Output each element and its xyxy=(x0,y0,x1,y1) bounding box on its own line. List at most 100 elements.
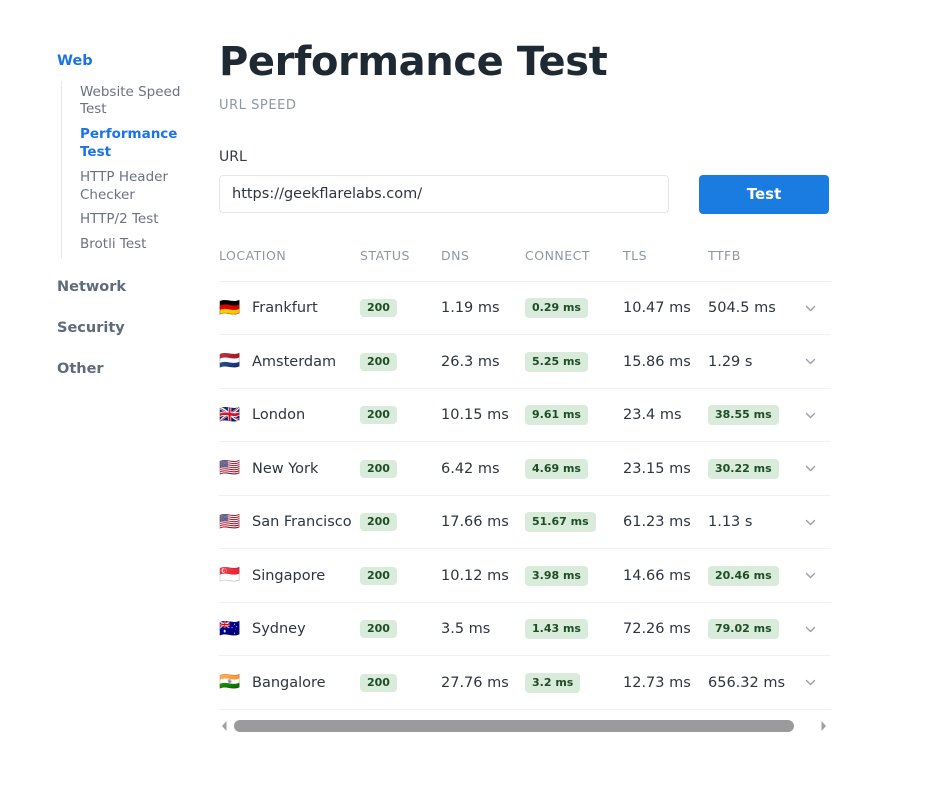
sidebar-item-website-speed-test[interactable]: Website Speed Test xyxy=(80,81,207,124)
table-row[interactable]: 🇬🇧 London 200 10.15 ms 9.61 ms 23.4 ms 38.55 m… xyxy=(219,388,831,443)
scroll-right-arrow-icon[interactable] xyxy=(819,718,829,734)
connect-badge: 9.61 ms xyxy=(525,405,588,426)
cell-connect: 9.61 ms xyxy=(525,388,623,443)
cell-ttfb: 38.55 ms xyxy=(708,388,803,443)
ttfb-value: 656.32 ms xyxy=(708,674,786,691)
cell-connect: 4.69 ms xyxy=(525,441,623,496)
url-form-row: Test xyxy=(219,174,834,214)
results-table-body: 🇩🇪 Frankfurt 200 1.19 ms 0.29 ms 10.47 ms 504.… xyxy=(219,281,831,710)
cell-ttfb: 20.46 ms xyxy=(708,548,803,603)
flag-united-states-icon: 🇺🇸 xyxy=(219,511,241,532)
sidebar-item-http2-test[interactable]: HTTP/2 Test xyxy=(80,208,207,233)
chevron-down-icon[interactable] xyxy=(803,515,818,530)
cell-expand[interactable] xyxy=(803,548,831,603)
page-title: Performance Test xyxy=(219,39,608,85)
chevron-down-icon[interactable] xyxy=(803,622,818,637)
status-badge: 200 xyxy=(360,620,397,639)
test-button[interactable]: Test xyxy=(699,174,829,214)
chevron-down-icon[interactable] xyxy=(803,461,818,476)
results-table-head: LOCATION STATUS DNS CONNECT TLS TTFB xyxy=(219,247,831,282)
cell-status: 200 xyxy=(360,441,441,496)
cell-status: 200 xyxy=(360,548,441,603)
cell-expand[interactable] xyxy=(803,441,831,496)
cell-tls: 12.73 ms xyxy=(623,655,708,710)
cell-location: 🇳🇱 Amsterdam xyxy=(219,334,360,389)
location-label: Frankfurt xyxy=(252,300,318,317)
chevron-down-icon[interactable] xyxy=(803,301,818,316)
sidebar-item-security[interactable]: Security xyxy=(57,319,207,338)
flag-india-icon: 🇮🇳 xyxy=(219,672,241,693)
horizontal-scrollbar[interactable] xyxy=(219,718,829,734)
scrollbar-thumb[interactable] xyxy=(234,719,794,732)
scroll-left-arrow-icon[interactable] xyxy=(219,718,229,734)
table-row[interactable]: 🇺🇸 New York 200 6.42 ms 4.69 ms 23.15 ms 30.22… xyxy=(219,441,831,496)
cell-expand[interactable] xyxy=(803,388,831,443)
ttfb-badge: 30.22 ms xyxy=(708,458,779,479)
chevron-down-icon[interactable] xyxy=(803,408,818,423)
sidebar-item-brotli-test[interactable]: Brotli Test xyxy=(80,233,207,258)
cell-status: 200 xyxy=(360,388,441,443)
table-row[interactable]: 🇸🇬 Singapore 200 10.12 ms 3.98 ms 14.66 ms 20.… xyxy=(219,548,831,603)
cell-ttfb: 1.29 s xyxy=(708,334,803,389)
connect-badge: 3.2 ms xyxy=(525,672,581,693)
cell-ttfb: 79.02 ms xyxy=(708,602,803,657)
cell-status: 200 xyxy=(360,602,441,657)
cell-location: 🇩🇪 Frankfurt xyxy=(219,281,360,336)
sidebar-item-performance-test[interactable]: Performance Test xyxy=(80,123,207,166)
location-label: Bangalore xyxy=(252,674,326,691)
sidebar-item-http-header-checker[interactable]: HTTP Header Checker xyxy=(80,166,207,209)
url-input[interactable] xyxy=(219,174,669,213)
scrollbar-track[interactable] xyxy=(234,719,814,732)
flag-australia-icon: 🇦🇺 xyxy=(219,618,241,639)
cell-dns: 17.66 ms xyxy=(441,495,525,550)
sidebar-group-label-web[interactable]: Web xyxy=(57,52,207,72)
cell-expand[interactable] xyxy=(803,495,831,550)
cell-expand[interactable] xyxy=(803,334,831,389)
cell-dns: 1.19 ms xyxy=(441,281,525,336)
location-label: New York xyxy=(252,460,319,477)
status-badge: 200 xyxy=(360,566,397,585)
cell-dns: 3.5 ms xyxy=(441,602,525,657)
chevron-down-icon[interactable] xyxy=(803,354,818,369)
cell-tls: 14.66 ms xyxy=(623,548,708,603)
cell-expand[interactable] xyxy=(803,655,831,710)
cell-location: 🇦🇺 Sydney xyxy=(219,602,360,657)
chevron-down-icon[interactable] xyxy=(803,568,818,583)
cell-ttfb: 504.5 ms xyxy=(708,281,803,336)
cell-dns: 27.76 ms xyxy=(441,655,525,710)
cell-expand[interactable] xyxy=(803,602,831,657)
cell-ttfb: 1.13 s xyxy=(708,495,803,550)
table-row[interactable]: 🇺🇸 San Francisco 200 17.66 ms 51.67 ms 61.23 … xyxy=(219,495,831,550)
cell-connect: 5.25 ms xyxy=(525,334,623,389)
cell-tls: 23.4 ms xyxy=(623,388,708,443)
location-label: Amsterdam xyxy=(252,353,337,370)
table-row[interactable]: 🇮🇳 Bangalore 200 27.76 ms 3.2 ms 12.73 ms 656.… xyxy=(219,655,831,710)
chevron-down-icon[interactable] xyxy=(803,675,818,690)
cell-location: 🇺🇸 San Francisco xyxy=(219,495,360,550)
cell-tls: 10.47 ms xyxy=(623,281,708,336)
column-header-ttfb: TTFB xyxy=(708,247,803,282)
table-row[interactable]: 🇳🇱 Amsterdam 200 26.3 ms 5.25 ms 15.86 ms 1.29… xyxy=(219,334,831,389)
cell-dns: 6.42 ms xyxy=(441,441,525,496)
flag-united-states-icon: 🇺🇸 xyxy=(219,458,241,479)
ttfb-value: 504.5 ms xyxy=(708,300,776,317)
cell-expand[interactable] xyxy=(803,281,831,336)
cell-connect: 3.2 ms xyxy=(525,655,623,710)
flag-singapore-icon: 🇸🇬 xyxy=(219,565,241,586)
cell-status: 200 xyxy=(360,655,441,710)
cell-tls: 72.26 ms xyxy=(623,602,708,657)
location-label: San Francisco xyxy=(252,514,352,531)
results-table-header-row: LOCATION STATUS DNS CONNECT TLS TTFB xyxy=(219,247,831,282)
ttfb-value: 1.29 s xyxy=(708,353,753,370)
status-badge: 200 xyxy=(360,406,397,425)
sidebar-item-other[interactable]: Other xyxy=(57,360,207,379)
performance-test-page: Web Website Speed Test Performance Test … xyxy=(0,0,942,798)
flag-netherlands-icon: 🇳🇱 xyxy=(219,351,241,372)
ttfb-badge: 79.02 ms xyxy=(708,619,779,640)
sidebar-item-network[interactable]: Network xyxy=(57,278,207,297)
table-row[interactable]: 🇦🇺 Sydney 200 3.5 ms 1.43 ms 72.26 ms 79.02 ms xyxy=(219,602,831,657)
cell-status: 200 xyxy=(360,495,441,550)
table-row[interactable]: 🇩🇪 Frankfurt 200 1.19 ms 0.29 ms 10.47 ms 504.… xyxy=(219,281,831,336)
sidebar-group-web: Web Website Speed Test Performance Test … xyxy=(57,52,207,259)
results-table-wrapper: LOCATION STATUS DNS CONNECT TLS TTFB 🇩🇪 F… xyxy=(219,247,831,734)
